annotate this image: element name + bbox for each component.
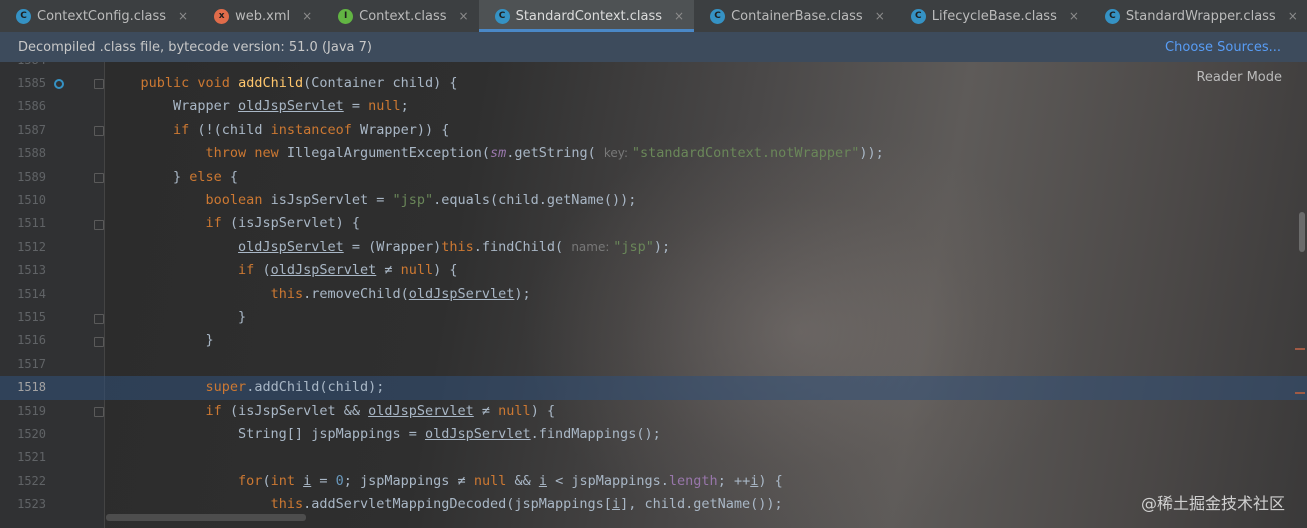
line-number: 1589 bbox=[17, 169, 46, 184]
line-number: 1586 bbox=[17, 99, 46, 114]
fold-marker[interactable] bbox=[94, 126, 104, 136]
line-number: 1519 bbox=[17, 403, 46, 418]
class-file-icon: C bbox=[710, 8, 726, 24]
line-number: 1584 bbox=[0, 62, 46, 72]
tab-web-xml[interactable]: x web.xml × bbox=[198, 0, 322, 32]
line-number: 1523 bbox=[17, 497, 46, 512]
code-line: for(int i = 0; jspMappings ≠ null && i <… bbox=[238, 472, 783, 489]
error-stripe-mark[interactable] bbox=[1295, 392, 1305, 394]
fold-marker[interactable] bbox=[94, 407, 104, 417]
tab-standardcontext-class[interactable]: C StandardContext.class × bbox=[478, 0, 695, 32]
class-file-icon: C bbox=[494, 8, 510, 24]
xml-file-icon: x bbox=[214, 8, 230, 24]
close-icon[interactable]: × bbox=[302, 9, 312, 23]
line-number: 1516 bbox=[17, 333, 46, 348]
override-gutter-icon[interactable] bbox=[54, 79, 64, 89]
tab-label: ContextConfig.class bbox=[37, 8, 167, 24]
close-icon[interactable]: × bbox=[1288, 9, 1298, 23]
line-number: 1521 bbox=[17, 450, 46, 465]
line-number: 1515 bbox=[17, 310, 46, 324]
line-number: 1518 bbox=[17, 380, 46, 395]
vertical-scrollbar-thumb[interactable] bbox=[1299, 212, 1305, 252]
tab-context-class[interactable]: I Context.class × bbox=[322, 0, 478, 32]
line-number: 1587 bbox=[17, 122, 46, 137]
line-number: 1514 bbox=[17, 286, 46, 301]
close-icon[interactable]: × bbox=[178, 9, 188, 23]
banner-text: Decompiled .class file, bytecode version… bbox=[18, 39, 372, 55]
line-number: 1513 bbox=[17, 263, 46, 278]
class-file-icon: C bbox=[910, 8, 926, 24]
code-line: if (isJspServlet && oldJspServlet ≠ null… bbox=[205, 402, 556, 419]
class-file-icon: C bbox=[16, 8, 31, 24]
code-line: Wrapper oldJspServlet = null; bbox=[108, 98, 409, 115]
code-editor[interactable]: 1584 1585 1586 1587 1588 1589 1510 1511 1512 1513… bbox=[0, 62, 1307, 528]
code-line: super.addChild(child); bbox=[205, 379, 385, 396]
code-line: if (!(child instanceof Wrapper)) { bbox=[173, 121, 450, 138]
interface-file-icon: I bbox=[338, 8, 354, 24]
code-line: String[] jspMappings = oldJspServlet.fin… bbox=[108, 426, 661, 442]
close-icon[interactable]: × bbox=[459, 9, 469, 23]
horizontal-scrollbar-thumb[interactable] bbox=[106, 514, 306, 521]
code-line: } bbox=[108, 332, 214, 349]
fold-marker[interactable] bbox=[94, 220, 104, 230]
decompiled-banner: Decompiled .class file, bytecode version… bbox=[0, 32, 1307, 62]
tab-standardwrapper-class[interactable]: C StandardWrapper.class × bbox=[1089, 0, 1307, 32]
fold-marker[interactable] bbox=[94, 173, 104, 183]
code-line: if (oldJspServlet ≠ null) { bbox=[238, 262, 458, 279]
tab-contextconfig-class[interactable]: C ContextConfig.class × bbox=[0, 0, 198, 32]
code-line: if (isJspServlet) { bbox=[205, 215, 360, 232]
tab-lifecyclebase-class[interactable]: C LifecycleBase.class × bbox=[895, 0, 1089, 32]
code-line: throw new IllegalArgumentException(sm.ge… bbox=[205, 145, 884, 162]
fold-marker[interactable] bbox=[94, 79, 104, 89]
tab-label: LifecycleBase.class bbox=[931, 8, 1057, 24]
choose-sources-link[interactable]: Choose Sources... bbox=[1165, 40, 1281, 55]
line-number: 1522 bbox=[17, 473, 46, 488]
fold-marker[interactable] bbox=[94, 314, 104, 324]
code-line: } else { bbox=[108, 168, 239, 185]
line-number: 1512 bbox=[17, 239, 46, 254]
fold-marker[interactable] bbox=[94, 337, 104, 347]
line-number: 1517 bbox=[17, 356, 46, 371]
code-line: oldJspServlet = (Wrapper)this.findChild(… bbox=[238, 238, 671, 255]
tab-label: ContainerBase.class bbox=[731, 8, 863, 24]
line-number: 1588 bbox=[17, 146, 46, 161]
tab-label: Context.class bbox=[359, 8, 447, 24]
class-file-icon: C bbox=[1104, 8, 1120, 24]
close-icon[interactable]: × bbox=[1069, 9, 1079, 23]
tab-containerbase-class[interactable]: C ContainerBase.class × bbox=[694, 0, 895, 32]
close-icon[interactable]: × bbox=[674, 9, 684, 23]
watermark: @稀土掘金技术社区 bbox=[1140, 494, 1285, 513]
tab-label: web.xml bbox=[235, 8, 291, 24]
editor-line[interactable]: 1517 bbox=[0, 353, 1307, 376]
reader-mode-button[interactable]: Reader Mode bbox=[1196, 70, 1282, 85]
code-line: boolean isJspServlet = "jsp".equals(chil… bbox=[205, 192, 637, 208]
line-number: 1585 bbox=[17, 76, 46, 90]
code-line: this.removeChild(oldJspServlet); bbox=[270, 285, 531, 302]
tab-label: StandardContext.class bbox=[515, 8, 663, 24]
code-line: public void addChild(Container child) { bbox=[140, 75, 458, 91]
line-number: 1520 bbox=[17, 427, 46, 441]
line-number: 1510 bbox=[17, 193, 46, 207]
close-icon[interactable]: × bbox=[875, 9, 885, 23]
editor-line[interactable]: 1521 bbox=[0, 446, 1307, 469]
tab-label: StandardWrapper.class bbox=[1125, 8, 1276, 24]
editor-tab-bar: C ContextConfig.class × x web.xml × I Context.c… bbox=[0, 0, 1307, 33]
editor-line[interactable]: 1584 bbox=[0, 62, 1307, 72]
code-line: } bbox=[108, 309, 247, 325]
error-stripe-mark[interactable] bbox=[1295, 348, 1305, 350]
line-number: 1511 bbox=[17, 216, 46, 231]
